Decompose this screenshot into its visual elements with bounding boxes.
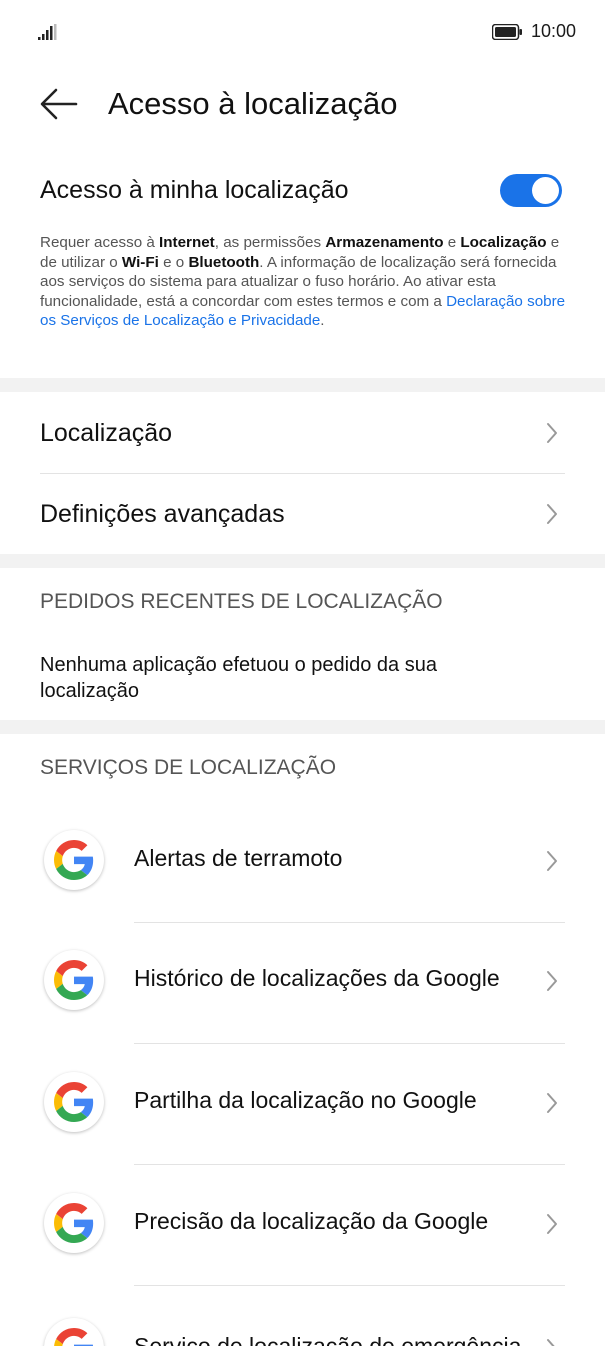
no-recent-requests-text: Nenhuma aplicação efetuou o pedido da su…	[40, 654, 437, 702]
desc-text: , as permissões	[214, 234, 326, 251]
chevron-right-icon	[547, 1214, 557, 1234]
back-button[interactable]	[36, 84, 82, 124]
location-row[interactable]: Localização	[0, 393, 605, 473]
recent-requests-header: PEDIDOS RECENTES DE LOCALIZAÇÃO	[40, 590, 443, 613]
desc-bluetooth: Bluetooth	[188, 253, 260, 271]
location-access-description: Requer acesso à Internet, as permissões …	[40, 233, 566, 331]
advanced-settings-row[interactable]: Definições avançadas	[0, 474, 605, 554]
location-row-label: Localização	[40, 419, 173, 447]
section-gap	[0, 378, 605, 392]
google-icon	[44, 830, 104, 890]
chevron-right-icon	[547, 971, 557, 991]
chevron-right-icon	[547, 851, 557, 871]
desc-text: e	[443, 234, 461, 251]
desc-text: e o	[158, 253, 189, 271]
google-icon	[44, 1193, 104, 1253]
status-time: 10:00	[531, 21, 577, 41]
section-gap	[0, 720, 605, 734]
location-access-row[interactable]: Acesso à minha localização	[0, 160, 605, 222]
desc-wifi: Wi-Fi	[121, 253, 159, 271]
back-arrow-icon	[40, 88, 78, 120]
page-title: Acesso à localização	[108, 86, 398, 121]
battery-icon	[492, 24, 522, 40]
desc-storage: Armazenamento	[325, 234, 444, 251]
status-bar: 10:00	[0, 0, 605, 64]
location-services-header: SERVIÇOS DE LOCALIZAÇÃO	[40, 756, 337, 779]
service-label: Serviço de localização de emergência	[134, 1333, 522, 1346]
divider	[134, 1285, 565, 1286]
location-access-toggle[interactable]	[500, 174, 562, 207]
location-access-label: Acesso à minha localização	[40, 176, 349, 204]
signal-icon	[38, 24, 57, 40]
chevron-right-icon	[547, 1339, 555, 1346]
desc-text: Requer acesso à	[40, 234, 160, 251]
service-label: Precisão da localização da Google	[134, 1208, 489, 1234]
section-gap	[0, 554, 605, 568]
google-icon	[44, 1318, 104, 1346]
chevron-right-icon	[547, 423, 557, 443]
service-label: Alertas de terramoto	[134, 845, 343, 871]
chevron-right-icon	[547, 1093, 557, 1113]
service-label: Partilha da localização no Google	[134, 1087, 477, 1113]
desc-internet: Internet	[159, 234, 215, 251]
service-google-location-accuracy[interactable]: Precisão da localização da Google	[0, 1165, 605, 1285]
desc-location: Localização	[460, 234, 547, 251]
advanced-settings-label: Definições avançadas	[40, 500, 285, 528]
service-emergency-location[interactable]: Serviço de localização de emergência	[0, 1290, 605, 1346]
service-google-location-sharing[interactable]: Partilha da localização no Google	[0, 1044, 605, 1164]
toggle-knob	[532, 177, 559, 204]
service-google-location-history[interactable]: Histórico de localizações da Google	[0, 922, 605, 1042]
google-icon	[44, 1072, 104, 1132]
google-icon	[44, 950, 104, 1010]
app-bar: Acesso à localização	[0, 70, 605, 140]
service-label: Histórico de localizações da Google	[134, 965, 500, 991]
service-earthquake-alerts[interactable]: Alertas de terramoto	[0, 802, 605, 922]
desc-text: .	[320, 312, 325, 330]
chevron-right-icon	[547, 504, 557, 524]
